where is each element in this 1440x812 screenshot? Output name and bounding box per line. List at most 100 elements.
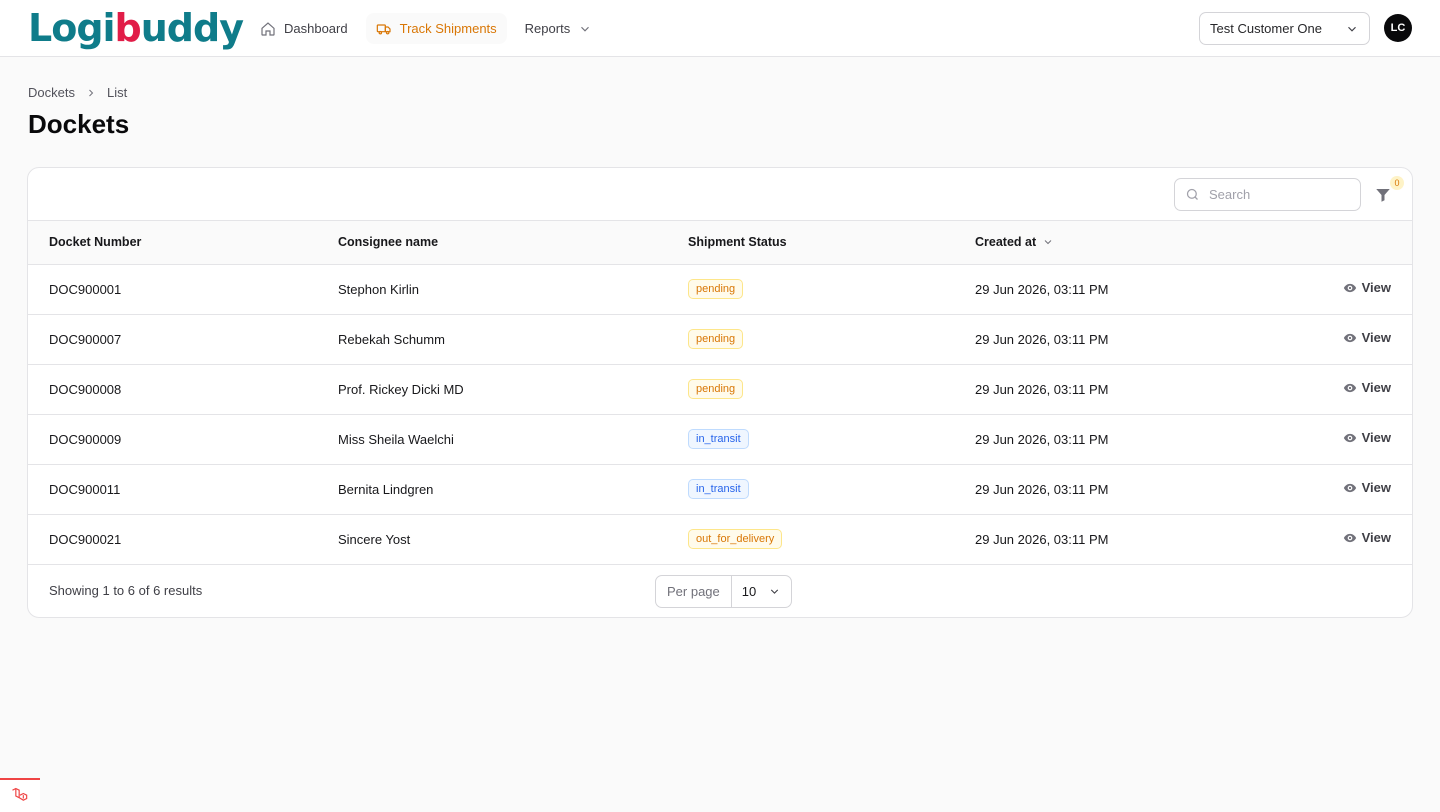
cell-created-at: 29 Jun 2026, 03:11 PM: [975, 531, 1109, 547]
view-button-label: View: [1361, 280, 1391, 296]
header-created-at-label: Created at: [975, 235, 1037, 250]
nav-track-shipments[interactable]: Track Shipments: [365, 13, 507, 44]
header-consignee-name: Consignee name: [338, 235, 439, 250]
status-badge: in_transit: [688, 429, 749, 449]
table-row[interactable]: DOC900001 Stephon Kirlin pending 29 Jun …: [28, 264, 1412, 314]
cell-actions: View: [1263, 314, 1412, 364]
table-row[interactable]: DOC900008 Prof. Rickey Dicki MD pending …: [28, 364, 1412, 414]
view-button[interactable]: View: [1343, 530, 1391, 545]
table-toolbar: 0: [28, 168, 1412, 221]
nav-reports[interactable]: Reports: [515, 13, 603, 44]
cell-shipment-status: in_transit: [688, 464, 975, 514]
search-input[interactable]: [1209, 187, 1349, 202]
cell-consignee-name: Prof. Rickey Dicki MD: [338, 381, 464, 397]
cell-shipment-status: pending: [688, 264, 975, 314]
cell-actions: View: [1263, 264, 1412, 314]
status-badge: pending: [688, 279, 744, 299]
cell-actions: View: [1263, 514, 1412, 564]
cell-docket-number: DOC900008: [49, 381, 122, 397]
eye-icon: [1343, 483, 1356, 492]
debug-toolbar-tab[interactable]: [0, 778, 40, 812]
search-box[interactable]: [1174, 178, 1361, 211]
eye-icon: [1343, 433, 1356, 442]
header-shipment-status: Shipment Status: [688, 235, 787, 250]
filter-icon[interactable]: [1374, 186, 1392, 204]
view-button[interactable]: View: [1343, 280, 1391, 295]
breadcrumb-list: List: [106, 85, 128, 100]
view-button[interactable]: View: [1343, 480, 1391, 495]
view-button[interactable]: View: [1343, 380, 1391, 395]
per-page-select[interactable]: Per page 10: [655, 574, 793, 608]
chevron-down-icon: [771, 588, 779, 594]
table-row[interactable]: DOC900009 Miss Sheila Waelchi in_transit…: [28, 414, 1412, 464]
cell-docket-number: DOC900021: [49, 531, 122, 547]
page-title: Dockets: [28, 109, 130, 139]
cell-consignee-name: Bernita Lindgren: [338, 481, 434, 497]
cell-docket-number: DOC900009: [49, 431, 122, 447]
top-navbar: Logi b uddy Dashboard Track Shipments Repo…: [0, 0, 1440, 57]
dockets-table-card: 0 Docket Number Consignee name Shipment …: [27, 167, 1413, 618]
nav-reports-label: Reports: [524, 21, 571, 36]
table-header-row: Docket Number Consignee name Shipment St…: [28, 221, 1412, 264]
cell-docket-number: DOC900007: [49, 331, 122, 347]
table-row[interactable]: DOC900021 Sincere Yost out_for_delivery …: [28, 514, 1412, 564]
cell-shipment-status: pending: [688, 364, 975, 414]
cell-created-at: 29 Jun 2026, 03:11 PM: [975, 281, 1109, 297]
status-badge: out_for_delivery: [688, 529, 783, 549]
cell-consignee-name: Rebekah Schumm: [338, 331, 445, 347]
chevron-down-icon: [581, 26, 590, 32]
cell-actions: View: [1263, 414, 1412, 464]
laravel-icon: [12, 787, 28, 801]
view-button-label: View: [1361, 530, 1391, 546]
status-badge: pending: [688, 329, 744, 349]
cell-docket-number: DOC900001: [49, 281, 122, 297]
cell-consignee-name: Sincere Yost: [338, 531, 411, 547]
status-badge: in_transit: [688, 479, 749, 499]
view-button[interactable]: View: [1343, 330, 1391, 345]
table-footer: Showing 1 to 6 of 6 results Per page 10: [28, 565, 1412, 617]
sort-created-at[interactable]: Created at: [975, 235, 1054, 249]
header-created-at[interactable]: Created at: [975, 221, 1263, 264]
cell-docket-number: DOC900011: [49, 481, 121, 497]
view-button-label: View: [1361, 330, 1391, 346]
results-summary: Showing 1 to 6 of 6 results: [49, 582, 203, 598]
chevron-down-icon: [1348, 26, 1356, 32]
nav-dashboard[interactable]: Dashboard: [250, 13, 358, 44]
view-button-label: View: [1361, 380, 1391, 396]
customer-select[interactable]: Test Customer One: [1199, 12, 1370, 45]
view-button[interactable]: View: [1343, 430, 1391, 445]
main-nav: Dashboard Track Shipments Reports: [250, 13, 602, 44]
filter-count-badge: 0: [1390, 176, 1404, 190]
cell-created-at: 29 Jun 2026, 03:11 PM: [975, 481, 1109, 497]
cell-shipment-status: in_transit: [688, 414, 975, 464]
header-docket-number: Docket Number: [49, 235, 142, 250]
table-row[interactable]: DOC900007 Rebekah Schumm pending 29 Jun …: [28, 314, 1412, 364]
status-badge: pending: [688, 379, 744, 399]
cell-created-at: 29 Jun 2026, 03:11 PM: [975, 381, 1109, 397]
table-row[interactable]: DOC900011 Bernita Lindgren in_transit 29…: [28, 464, 1412, 514]
cell-created-at: 29 Jun 2026, 03:11 PM: [975, 331, 1109, 347]
view-button-label: View: [1361, 480, 1391, 496]
cell-consignee-name: Stephon Kirlin: [338, 281, 419, 297]
eye-icon: [1343, 533, 1356, 542]
search-icon: [1186, 188, 1198, 200]
logibuddy-logo[interactable]: Logi b uddy: [28, 6, 244, 50]
view-button-label: View: [1361, 430, 1391, 446]
eye-icon: [1343, 333, 1356, 342]
dockets-table: Docket Number Consignee name Shipment St…: [28, 221, 1412, 565]
cell-shipment-status: pending: [688, 314, 975, 364]
user-avatar[interactable]: LC: [1384, 14, 1412, 42]
chevron-right-icon: [89, 89, 94, 96]
nav-dashboard-label: Dashboard: [284, 21, 348, 36]
per-page-label: Per page: [656, 575, 732, 607]
customer-select-value: Test Customer One: [1210, 21, 1322, 36]
truck-icon: [376, 23, 391, 34]
chevron-down-icon: [1044, 240, 1052, 245]
eye-icon: [1343, 283, 1356, 292]
per-page-value[interactable]: 10: [732, 576, 791, 607]
breadcrumb: Dockets List: [28, 85, 127, 100]
table-body: DOC900001 Stephon Kirlin pending 29 Jun …: [28, 264, 1412, 564]
breadcrumb-dockets[interactable]: Dockets: [28, 85, 75, 100]
cell-shipment-status: out_for_delivery: [688, 514, 975, 564]
nav-track-shipments-label: Track Shipments: [399, 21, 497, 36]
